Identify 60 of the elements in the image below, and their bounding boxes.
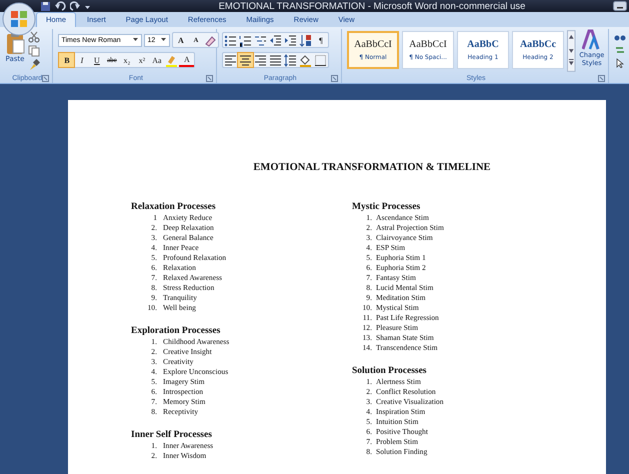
window-title: EMOTIONAL TRANSFORMATION - Microsoft Word non-commercial use [218, 0, 526, 12]
line-spacing-button[interactable] [283, 53, 298, 67]
sort-icon [299, 34, 312, 46]
section-heading: Inner Self Processes [131, 430, 213, 441]
align-left-button[interactable] [223, 53, 238, 67]
line-spacing-icon [284, 54, 298, 66]
borders-button[interactable] [313, 53, 328, 67]
multilevel-list-icon [254, 34, 268, 46]
align-center-button[interactable] [238, 53, 254, 67]
justify-button[interactable] [268, 53, 284, 67]
format-button[interactable]: A [173, 33, 188, 47]
format-button[interactable]: x₂ [119, 53, 134, 67]
paintbrush-icon[interactable] [28, 59, 40, 71]
align-center-icon [239, 54, 252, 66]
dialog-launcher-icon[interactable] [598, 74, 605, 82]
align-right-icon [254, 54, 268, 66]
outdent-icon [269, 34, 282, 46]
align-left-icon [224, 54, 238, 66]
dialog-launcher-icon[interactable] [42, 74, 50, 82]
format-button[interactable]: U [89, 53, 104, 67]
redo-icon[interactable] [70, 0, 81, 12]
indent-icon [284, 34, 298, 46]
section-heading: Exploration Processes [131, 326, 222, 337]
shading-icon [299, 54, 312, 66]
format-button[interactable]: I [74, 53, 90, 67]
numbering-button[interactable] [238, 33, 254, 47]
bullets-button[interactable] [223, 33, 238, 47]
format-button[interactable]: x² [134, 53, 150, 67]
borders-icon [314, 54, 328, 66]
shading-button[interactable] [298, 53, 314, 67]
dropdown-arrow-icon [132, 37, 140, 43]
highlighter-icon [165, 54, 178, 66]
cursor-arrow-icon[interactable] [614, 58, 626, 68]
dialog-launcher-icon[interactable] [331, 74, 338, 82]
eraser-icon [204, 34, 218, 46]
section-heading: Solution Processes [352, 366, 428, 377]
bullets-icon [224, 34, 238, 46]
copy-icon[interactable] [28, 45, 40, 57]
outdent-button[interactable] [268, 33, 284, 47]
align-right-button[interactable] [253, 53, 268, 67]
justify-icon [269, 54, 282, 66]
format-button[interactable]: A [179, 53, 194, 67]
numbering-icon [239, 34, 252, 46]
minimize-icon[interactable] [613, 1, 627, 11]
section-heading: Mystic Processes [352, 202, 422, 213]
format-button[interactable]: B [59, 53, 74, 67]
save-icon[interactable] [40, 0, 51, 12]
scissors-icon[interactable] [28, 31, 40, 43]
format-button[interactable]: ¶ [313, 33, 328, 47]
document-title: EMOTIONAL TRANSFORMATION & TIMELINE [253, 162, 491, 173]
section-heading: Relaxation Processes [131, 202, 217, 213]
styles-letters-icon [582, 29, 602, 51]
format-button[interactable]: Aa [149, 53, 164, 67]
dialog-launcher-icon[interactable] [206, 74, 214, 82]
indent-button[interactable] [283, 33, 298, 47]
dropdown-arrow-icon [160, 37, 168, 43]
clipboard-icon [5, 31, 25, 55]
scroll-arrows-icon[interactable] [567, 29, 576, 73]
undo-icon[interactable] [54, 0, 67, 12]
sort-button[interactable] [298, 33, 314, 47]
